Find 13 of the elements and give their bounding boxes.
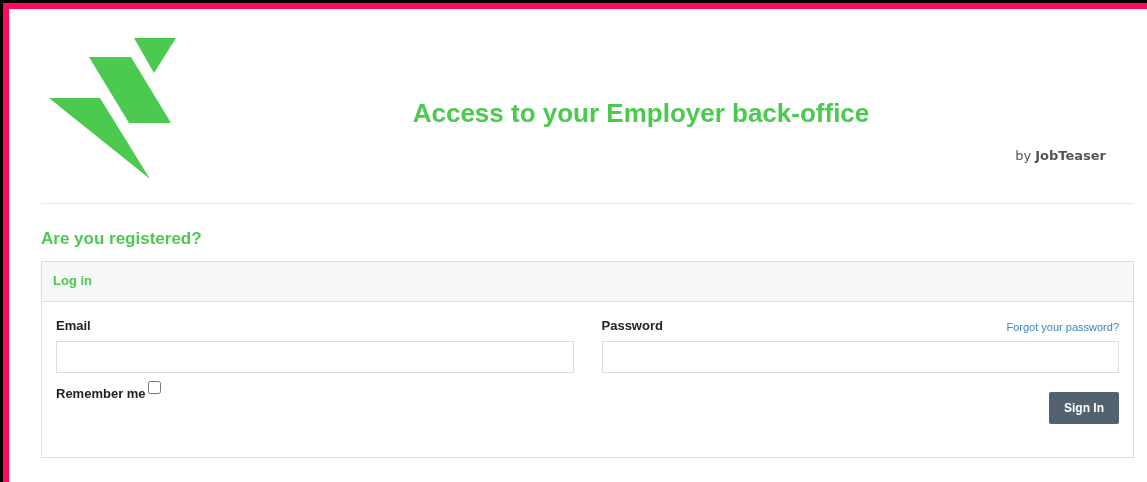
email-field[interactable] [56, 341, 574, 373]
page-title: Access to your Employer back-office [412, 96, 870, 130]
forgot-password-link[interactable]: Forgot your password? [1006, 318, 1119, 335]
section-title: Are you registered? [41, 228, 203, 250]
remember-label: Remember me [56, 385, 146, 403]
logo-icon [48, 37, 178, 181]
password-label: Password [601, 316, 663, 335]
panel-title: Log in [53, 272, 92, 291]
password-field[interactable] [601, 341, 1119, 373]
byline: by JobTeaser [1015, 147, 1106, 165]
sign-in-button[interactable]: Sign In [1049, 392, 1119, 424]
remember-checkbox[interactable] [147, 381, 161, 394]
email-label: Email [56, 316, 92, 335]
